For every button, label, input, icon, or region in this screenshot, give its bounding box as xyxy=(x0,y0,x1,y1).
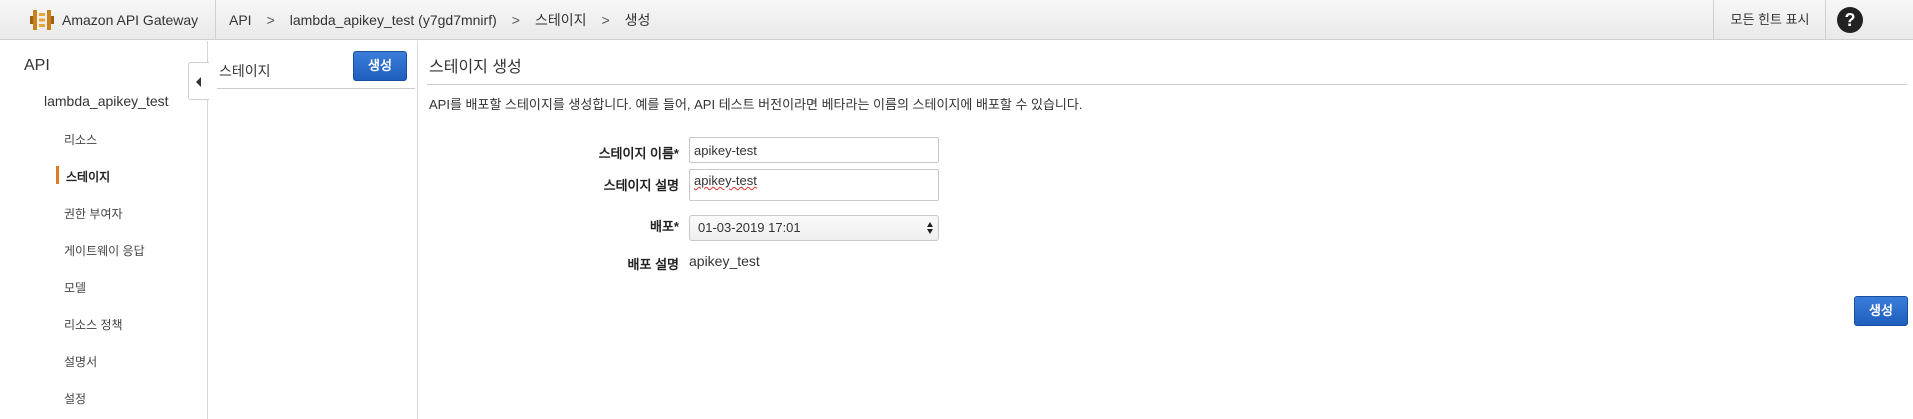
chevron-left-icon xyxy=(196,77,201,87)
stage-name-label: 스테이지 이름* xyxy=(598,146,679,161)
brand-name[interactable]: Amazon API Gateway xyxy=(62,0,198,40)
page-description: API를 배포할 스테이지를 생성합니다. 예를 들어, API 테스트 버전이… xyxy=(429,97,1083,112)
create-button[interactable]: 생성 xyxy=(1854,296,1908,326)
deployment-selected-value: 01-03-2019 17:01 xyxy=(698,220,801,235)
collapse-sidebar-button[interactable] xyxy=(188,62,209,100)
sidebar-item-models[interactable]: 모델 xyxy=(64,279,86,296)
api-gateway-logo-icon[interactable] xyxy=(30,8,54,32)
stage-description-label: 스테이지 설명 xyxy=(603,178,679,193)
stage-description-textarea[interactable]: apikey-test xyxy=(689,169,939,201)
sidebar-item-gateway-responses[interactable]: 게이트웨이 응답 xyxy=(64,242,145,259)
active-indicator xyxy=(56,166,59,184)
header-divider xyxy=(215,0,216,40)
page-title: 스테이지 생성 xyxy=(429,59,522,76)
breadcrumb-separator: > xyxy=(511,12,520,28)
breadcrumb-api[interactable]: API xyxy=(229,0,252,40)
sidebar-api-name[interactable]: lambda_apikey_test xyxy=(44,93,169,109)
select-arrows-icon xyxy=(927,222,933,234)
breadcrumb: API > lambda_apikey_test (y7gd7mnirf) > 스테이지… xyxy=(229,0,650,40)
sidebar-item-resources[interactable]: 리소스 xyxy=(64,131,97,148)
stage-list-panel: 스테이지 생성 xyxy=(209,41,418,419)
show-all-hints-button[interactable]: 모든 힌트 표시 xyxy=(1715,0,1825,40)
sidebar-item-documentation[interactable]: 설명서 xyxy=(64,353,97,370)
deployment-label: 배포* xyxy=(650,219,679,234)
sidebar-item-authorizers[interactable]: 권한 부여자 xyxy=(64,205,123,222)
sidebar: API lambda_apikey_test 리소스 스테이지 권한 부여자 게… xyxy=(0,41,208,419)
sidebar-api-heading[interactable]: API xyxy=(24,57,50,75)
breadcrumb-create: 생성 xyxy=(624,12,651,28)
header-divider xyxy=(1825,0,1826,40)
create-stage-button[interactable]: 생성 xyxy=(353,51,407,81)
deployment-description-label: 배포 설명 xyxy=(627,257,679,272)
breadcrumb-stages[interactable]: 스테이지 xyxy=(535,0,587,40)
deployment-select[interactable]: 01-03-2019 17:01 xyxy=(689,215,939,241)
main-content: 스테이지 생성 API를 배포할 스테이지를 생성합니다. 예를 들어, API… xyxy=(419,41,1913,419)
header-divider xyxy=(1713,0,1714,40)
divider xyxy=(217,88,415,89)
sidebar-item-settings[interactable]: 설정 xyxy=(64,390,86,407)
sidebar-item-stages[interactable]: 스테이지 xyxy=(66,168,110,185)
breadcrumb-separator: > xyxy=(601,12,610,28)
top-header-bar: Amazon API Gateway API > lambda_apikey_tes… xyxy=(0,0,1913,40)
stage-name-input[interactable] xyxy=(689,137,939,163)
deployment-description-value: apikey_test xyxy=(689,253,760,269)
stage-list-title: 스테이지 xyxy=(219,63,271,79)
breadcrumb-api-name[interactable]: lambda_apikey_test (y7gd7mnirf) xyxy=(290,0,497,40)
divider xyxy=(427,84,1907,85)
stage-description-value: apikey-test xyxy=(694,173,757,188)
sidebar-item-resource-policy[interactable]: 리소스 정책 xyxy=(64,316,123,333)
breadcrumb-separator: > xyxy=(266,12,275,28)
help-icon[interactable]: ? xyxy=(1837,7,1863,33)
